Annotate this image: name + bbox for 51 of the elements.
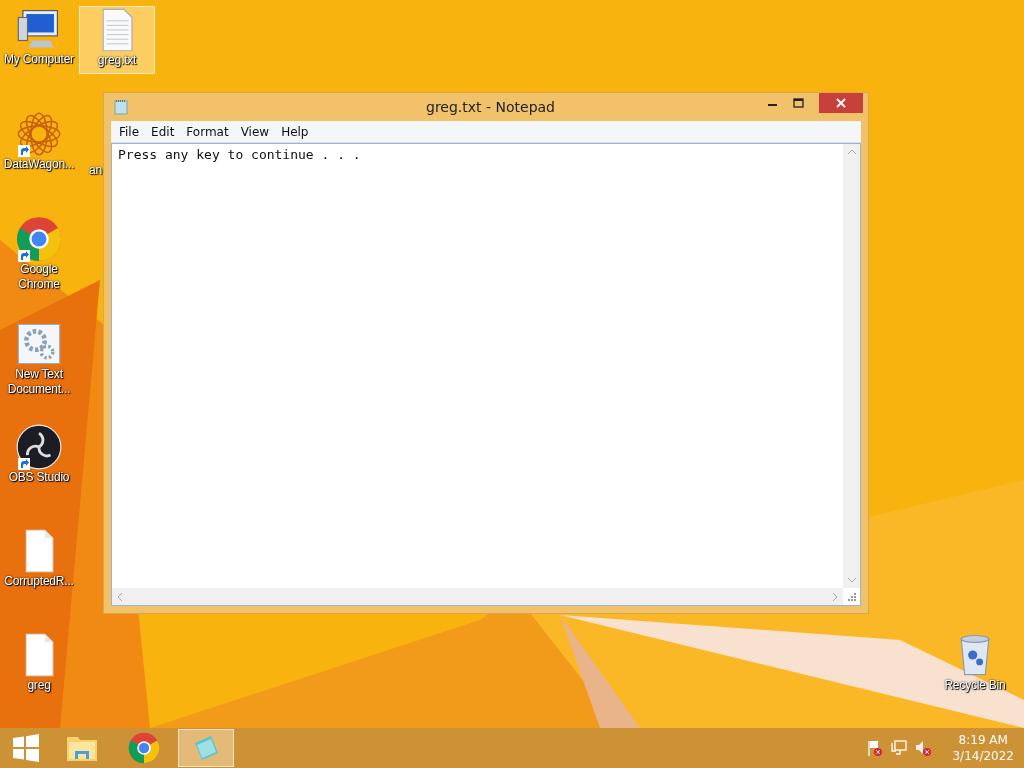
- flag-error-icon[interactable]: [866, 739, 885, 757]
- gear-icon: [16, 321, 62, 367]
- document-text: Press any key to continue . . .: [118, 147, 361, 162]
- scroll-down-icon[interactable]: [846, 576, 857, 584]
- window-title: greg.txt - Notepad: [425, 99, 556, 115]
- clock-time: 8:19 AM: [958, 732, 1008, 748]
- chrome-icon: [16, 216, 62, 262]
- notepad-icon: [114, 99, 128, 115]
- close-button[interactable]: [819, 93, 863, 113]
- desktop-icon[interactable]: DataWagon...: [1, 111, 77, 179]
- chrome-icon: [128, 732, 160, 764]
- menu-item[interactable]: File: [113, 124, 146, 139]
- menu-item[interactable]: Help: [275, 124, 315, 139]
- horizontal-scrollbar[interactable]: [112, 588, 843, 605]
- menu-item[interactable]: Edit: [145, 124, 181, 139]
- vertical-scrollbar[interactable]: [843, 144, 860, 588]
- desktop-icon[interactable]: CorruptedR...: [1, 528, 77, 596]
- menu-item[interactable]: View: [234, 124, 276, 139]
- taskbar-app-button[interactable]: [178, 729, 234, 767]
- icon-label: an: [89, 163, 102, 178]
- icon-label: greg: [27, 678, 51, 693]
- network-icon[interactable]: [890, 739, 909, 757]
- desktop-icon[interactable]: My Computer: [1, 6, 77, 74]
- shortcut-arrow-icon: [18, 250, 30, 262]
- obs-icon: [16, 424, 62, 470]
- star-icon: [16, 111, 62, 157]
- shortcut-arrow-icon: [18, 458, 30, 470]
- icon-label: OBS Studio: [8, 470, 70, 485]
- close-icon: [836, 98, 846, 108]
- scroll-right-icon[interactable]: [831, 591, 839, 602]
- resize-grip-icon[interactable]: [847, 592, 857, 602]
- desktop-icon[interactable]: New Text Document...: [1, 321, 77, 400]
- desktop-icon[interactable]: greg: [1, 632, 77, 700]
- scroll-up-icon[interactable]: [846, 148, 857, 156]
- clock-date: 3/14/2022: [952, 748, 1014, 764]
- desktop-icon[interactable]: OBS Studio: [1, 424, 77, 492]
- icon-label: My Computer: [4, 52, 74, 67]
- icon-label: DataWagon...: [3, 157, 75, 172]
- clock[interactable]: 8:19 AM 3/14/2022: [952, 732, 1014, 764]
- muted-speaker-icon[interactable]: [914, 739, 933, 757]
- icon-label: CorruptedR...: [4, 574, 74, 589]
- icon-label: Google Chrome: [17, 262, 61, 292]
- windows-logo-icon: [12, 734, 40, 762]
- shortcut-arrow-icon: [18, 145, 30, 157]
- desktop-icon[interactable]: Google Chrome: [1, 216, 77, 295]
- icon-label: New Text Document...: [6, 367, 72, 397]
- text-area[interactable]: Press any key to continue . . .: [111, 143, 861, 606]
- menu-item[interactable]: Format: [180, 124, 235, 139]
- scroll-left-icon[interactable]: [116, 591, 124, 602]
- icon-label: greg.txt: [97, 53, 137, 68]
- maximize-icon[interactable]: [793, 98, 805, 108]
